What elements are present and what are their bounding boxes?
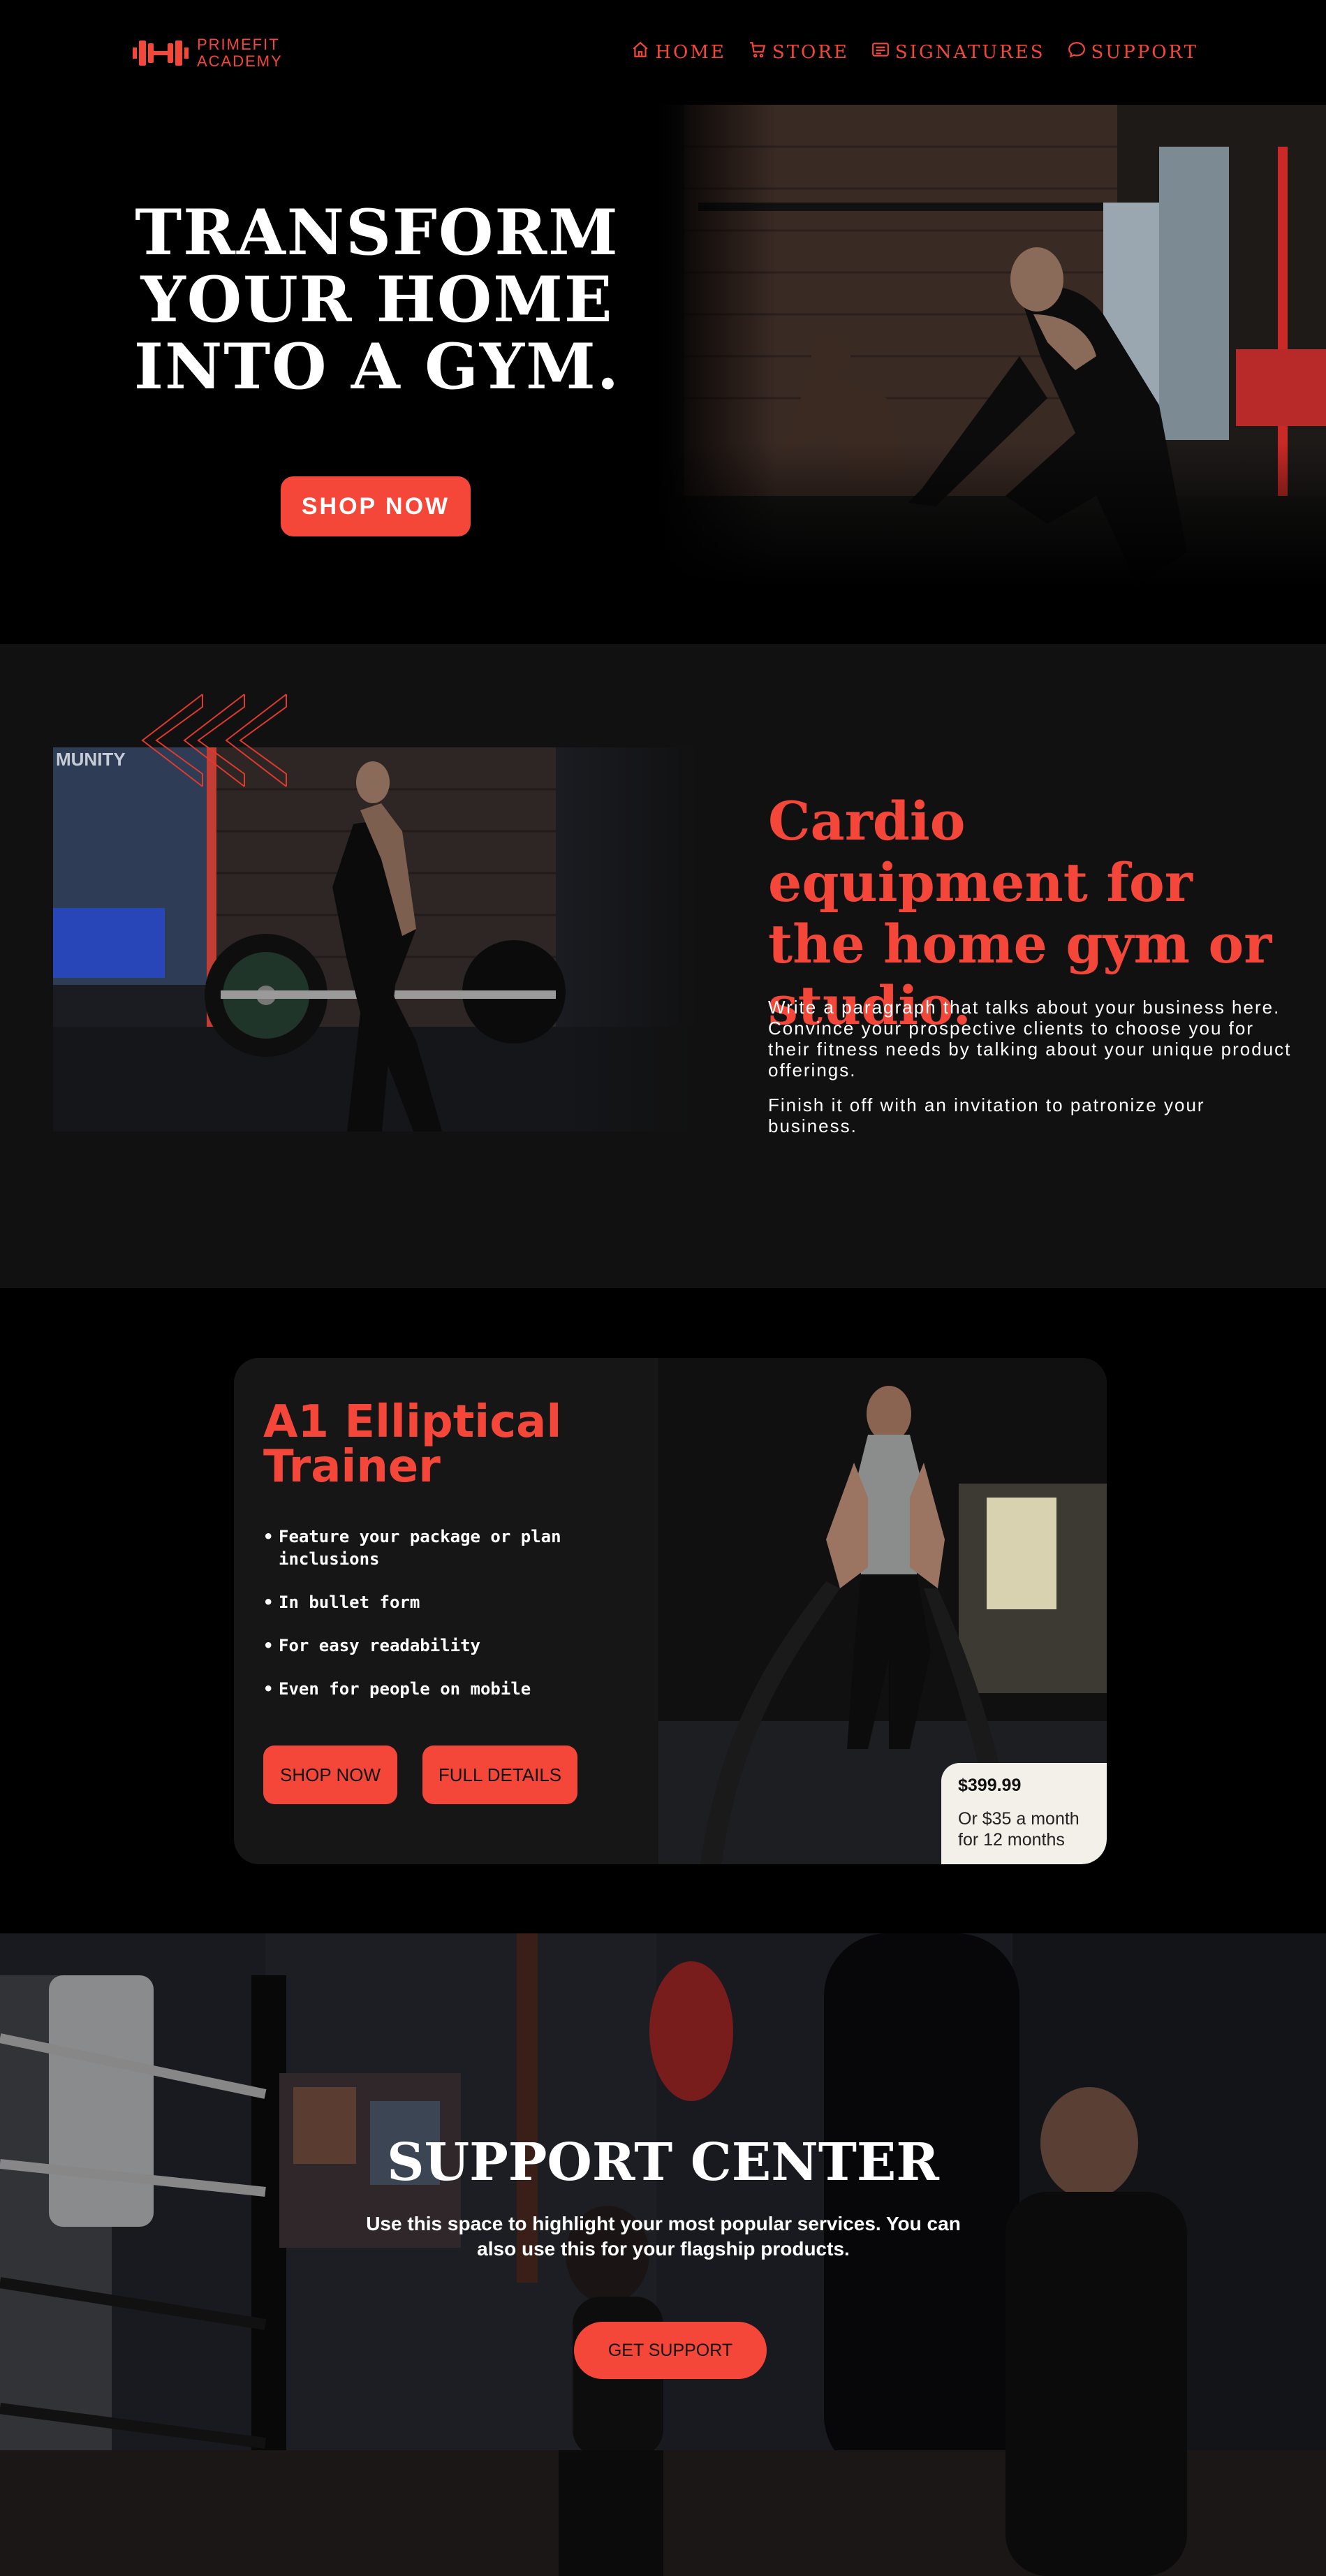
dumbbell-icon bbox=[133, 35, 189, 71]
cardio-image: MUNITY bbox=[53, 747, 698, 1132]
support-section: SUPPORT CENTER Use this space to highlig… bbox=[0, 1933, 1326, 2576]
nav-item-support[interactable]: SUPPORT bbox=[1068, 41, 1199, 64]
hero-title: TRANSFORM YOUR HOME INTO A GYM. bbox=[98, 199, 656, 400]
list-icon bbox=[871, 41, 890, 64]
product-shop-now-button[interactable]: SHOP NOW bbox=[263, 1746, 397, 1804]
main-nav: HOME STORE SIGNATURES SUPPORT bbox=[631, 41, 1198, 64]
support-text: Use this space to highlight your most po… bbox=[366, 2213, 961, 2260]
brand-name-line2: ACADEMY bbox=[197, 52, 283, 70]
hero-shop-now-button[interactable]: SHOP NOW bbox=[281, 476, 471, 536]
nav-label-store: STORE bbox=[772, 41, 849, 63]
chevron-decoration-icon bbox=[141, 694, 287, 787]
nav-item-store[interactable]: STORE bbox=[749, 41, 849, 64]
support-title: SUPPORT CENTER bbox=[387, 2132, 939, 2193]
brand-name-line1: PRIMEFIT bbox=[197, 36, 280, 53]
price-box: $399.99 Or $35 a month for 12 months bbox=[941, 1763, 1107, 1864]
chat-icon bbox=[1068, 41, 1086, 64]
product-card: A1 Elliptical Trainer Feature your packa… bbox=[234, 1358, 1107, 1864]
nav-item-home[interactable]: HOME bbox=[631, 41, 726, 64]
full-details-button[interactable]: FULL DETAILS bbox=[422, 1746, 577, 1804]
get-support-button[interactable]: GET SUPPORT bbox=[574, 2322, 767, 2379]
cart-icon bbox=[749, 41, 767, 64]
cardio-paragraph-1: Write a paragraph that talks about your … bbox=[768, 997, 1292, 1081]
nav-item-signatures[interactable]: SIGNATURES bbox=[871, 41, 1045, 64]
home-icon bbox=[631, 41, 649, 64]
hero-title-line1: TRANSFORM bbox=[135, 196, 619, 270]
brand-name: PRIMEFIT ACADEMY bbox=[197, 36, 283, 70]
feature-item: For easy readability bbox=[263, 1634, 626, 1657]
nav-label-support: SUPPORT bbox=[1091, 41, 1198, 63]
product-section: A1 Elliptical Trainer Feature your packa… bbox=[0, 1288, 1326, 1933]
feature-item: Even for people on mobile bbox=[263, 1678, 626, 1700]
nav-label-signatures: SIGNATURES bbox=[894, 41, 1045, 63]
hero-title-line3: INTO A GYM. bbox=[133, 330, 621, 404]
price-note: Or $35 a month for 12 months bbox=[958, 1809, 1080, 1850]
site-header: PRIMEFIT ACADEMY HOME STORE SIGNATURES S… bbox=[0, 0, 1326, 105]
brand-logo[interactable]: PRIMEFIT ACADEMY bbox=[133, 35, 283, 71]
cardio-section: MUNITY Cardio equipment for the home gym… bbox=[0, 644, 1326, 1288]
nav-label-home: HOME bbox=[655, 41, 726, 63]
hero-image bbox=[656, 105, 1326, 587]
feature-item: In bullet form bbox=[263, 1591, 626, 1613]
price-value: $399.99 bbox=[958, 1776, 1022, 1795]
cardio-paragraph-2: Finish it off with an invitation to patr… bbox=[768, 1095, 1205, 1136]
product-title: A1 Elliptical Trainer bbox=[263, 1396, 562, 1493]
hero-section: TRANSFORM YOUR HOME INTO A GYM. SHOP NOW bbox=[0, 105, 1326, 644]
feature-item: Feature your package or plan inclusions bbox=[263, 1525, 626, 1570]
hero-title-line2: YOUR HOME bbox=[140, 263, 614, 337]
feature-list: Feature your package or plan inclusions … bbox=[263, 1525, 626, 1721]
